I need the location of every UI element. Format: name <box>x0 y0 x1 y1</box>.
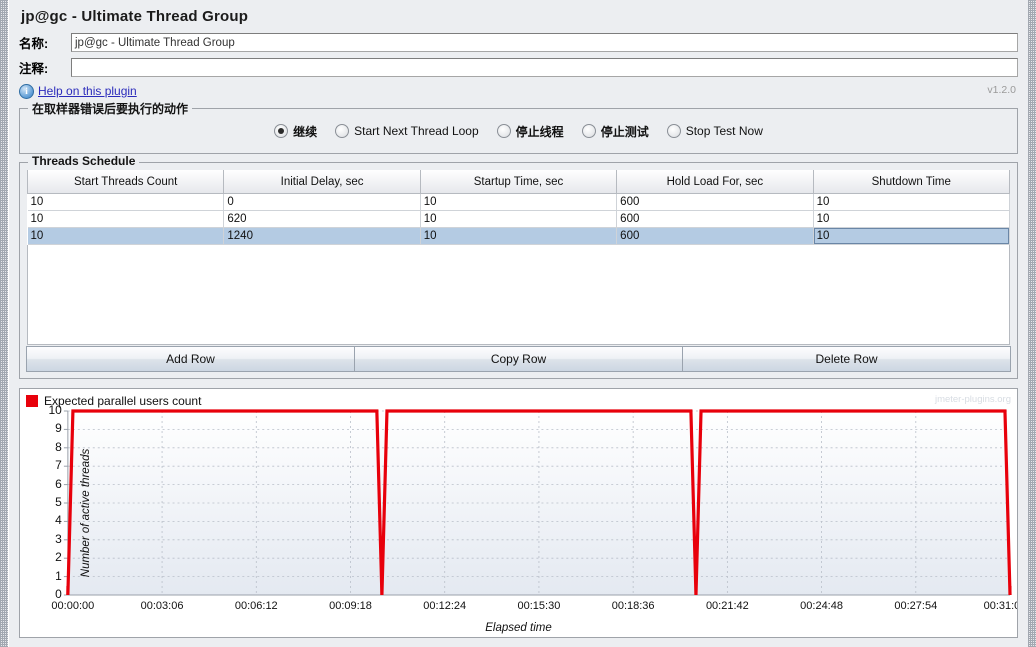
page-title: jp@gc - Ultimate Thread Group <box>21 8 249 25</box>
column-header-0[interactable]: Start Threads Count <box>26 170 225 194</box>
radio-dot-icon[interactable] <box>581 124 596 138</box>
table-cell[interactable]: 10 <box>420 193 618 211</box>
radio-dot-icon[interactable] <box>335 124 350 138</box>
column-header-4[interactable]: Shutdown Time <box>812 170 1011 194</box>
x-tick-label: 00:18:36 <box>611 600 655 612</box>
chart-legend: Expected parallel users count <box>26 394 201 408</box>
threads-schedule-table[interactable]: Start Threads Count Initial Delay, sec Sta… <box>26 170 1011 245</box>
add-row-button[interactable]: Add Row <box>26 346 354 372</box>
column-header-3[interactable]: Hold Load For, sec <box>616 170 814 194</box>
ultimate-thread-group-window: jp@gc - Ultimate Thread Group 名称: jp@gc … <box>0 0 1036 647</box>
comment-input[interactable] <box>71 57 1018 77</box>
y-tick-label: 9 <box>55 421 62 436</box>
table-cell[interactable]: 10 <box>813 210 1011 228</box>
threads-schedule-table-wrap: Start Threads Count Initial Delay, sec Sta… <box>26 169 1011 346</box>
y-tick-label: 7 <box>55 458 62 473</box>
legend-color-swatch <box>26 395 38 407</box>
table-cell[interactable]: 600 <box>616 227 814 245</box>
y-tick-label: 8 <box>55 439 62 454</box>
main-panel: jp@gc - Ultimate Thread Group 名称: jp@gc … <box>8 0 1028 647</box>
split-pane-left-gutter[interactable] <box>0 0 8 647</box>
table-row[interactable]: 10 1240 10 600 10 <box>27 227 1011 245</box>
y-tick-label: 3 <box>55 531 62 546</box>
radio-option-0[interactable]: 继续 <box>274 123 317 140</box>
comment-row: 注释: <box>19 56 1018 78</box>
help-on-this-plugin-link[interactable]: Help on this plugin <box>38 84 137 98</box>
comment-label: 注释: <box>19 61 49 76</box>
name-input[interactable]: jp@gc - Ultimate Thread Group <box>71 32 1018 52</box>
radio-option-3[interactable]: 停止测试 <box>581 123 649 140</box>
table-body[interactable]: 10 0 10 600 10 10 620 10 600 10 10 1240 10 600 10 <box>27 193 1011 245</box>
x-tick-label: 00:00:00 <box>51 600 95 612</box>
y-tick-label: 6 <box>55 476 62 491</box>
copy-row-button[interactable]: Copy Row <box>354 346 682 372</box>
y-tick-label: 4 <box>55 513 62 528</box>
threads-schedule-group: Threads Schedule Start Threads Count Init… <box>19 154 1018 379</box>
table-header-row: Start Threads Count Initial Delay, sec Sta… <box>26 170 1011 194</box>
table-cell[interactable]: 1240 <box>223 227 421 245</box>
x-axis-title: Elapsed time <box>485 622 552 634</box>
radio-option-1[interactable]: Start Next Thread Loop <box>335 124 479 138</box>
help-row: i Help on this plugin v1.2.0 <box>19 82 1018 100</box>
table-row[interactable]: 10 620 10 600 10 <box>27 210 1011 228</box>
x-tick-label: 00:31:00 <box>983 600 1017 612</box>
table-cell[interactable]: 600 <box>616 193 814 211</box>
table-cell[interactable]: 600 <box>616 210 814 228</box>
radio-option-label: 停止测试 <box>600 124 649 139</box>
column-header-2[interactable]: Startup Time, sec <box>419 170 618 194</box>
x-tick-label: 00:09:18 <box>329 600 372 612</box>
radio-option-2[interactable]: 停止线程 <box>496 123 564 140</box>
plugin-version-label: v1.2.0 <box>987 84 1016 96</box>
table-cell[interactable]: 10 <box>27 193 225 211</box>
y-tick-label: 0 <box>55 587 62 601</box>
table-cell[interactable]: 0 <box>223 193 421 211</box>
chart-watermark: jmeter-plugins.org <box>934 394 1011 405</box>
y-tick-label: 2 <box>55 550 62 565</box>
x-tick-label: 00:24:48 <box>800 600 843 612</box>
radio-option-label: Start Next Thread Loop <box>354 124 479 138</box>
table-cell[interactable]: 620 <box>223 210 421 228</box>
x-tick-label: 00:12:24 <box>423 600 467 612</box>
table-cell[interactable]: 10 <box>420 210 618 228</box>
table-cell[interactable]: 10 <box>27 227 225 245</box>
y-tick-label: 5 <box>55 495 62 509</box>
x-tick-label: 00:06:12 <box>234 600 278 612</box>
delete-row-button[interactable]: Delete Row <box>682 346 1011 372</box>
table-cell[interactable]: 10 <box>27 210 225 228</box>
name-row: 名称: jp@gc - Ultimate Thread Group <box>19 31 1018 53</box>
radio-option-4[interactable]: Stop Test Now <box>666 124 763 138</box>
radio-option-label: 停止线程 <box>515 124 564 139</box>
radio-dot-icon[interactable] <box>666 124 681 138</box>
error-action-legend: 在取样器错误后要执行的动作 <box>28 100 193 117</box>
table-cell[interactable]: 10 <box>813 227 1011 245</box>
row-action-buttons: Add Row Copy Row Delete Row <box>26 346 1011 372</box>
threads-schedule-legend: Threads Schedule <box>28 154 140 168</box>
radio-dot-icon[interactable] <box>274 124 289 138</box>
table-cell[interactable]: 10 <box>813 193 1011 211</box>
split-pane-right-gutter[interactable] <box>1028 0 1036 647</box>
legend-label: Expected parallel users count <box>44 394 202 408</box>
x-tick-label: 00:27:54 <box>894 600 938 612</box>
radio-option-label: 继续 <box>293 124 318 139</box>
x-tick-label: 00:21:42 <box>705 600 749 612</box>
name-label: 名称: <box>19 36 49 51</box>
table-empty-area[interactable] <box>27 245 1010 345</box>
expected-load-chart: Expected parallel users count jmeter-plu… <box>19 388 1018 638</box>
y-axis-title: Number of active threads <box>80 448 93 578</box>
column-header-1[interactable]: Initial Delay, sec <box>223 170 421 194</box>
radio-option-label: Stop Test Now <box>685 124 763 138</box>
radio-dot-icon[interactable] <box>496 124 511 138</box>
table-cell[interactable]: 10 <box>420 227 618 245</box>
x-tick-label: 00:03:06 <box>140 600 184 612</box>
error-action-group: 在取样器错误后要执行的动作 继续 Start Next Thread Loop 停止… <box>19 100 1018 154</box>
x-tick-label: 00:15:30 <box>517 600 561 612</box>
info-icon: i <box>19 83 34 99</box>
y-tick-label: 1 <box>55 568 62 583</box>
table-row[interactable]: 10 0 10 600 10 <box>27 193 1011 211</box>
